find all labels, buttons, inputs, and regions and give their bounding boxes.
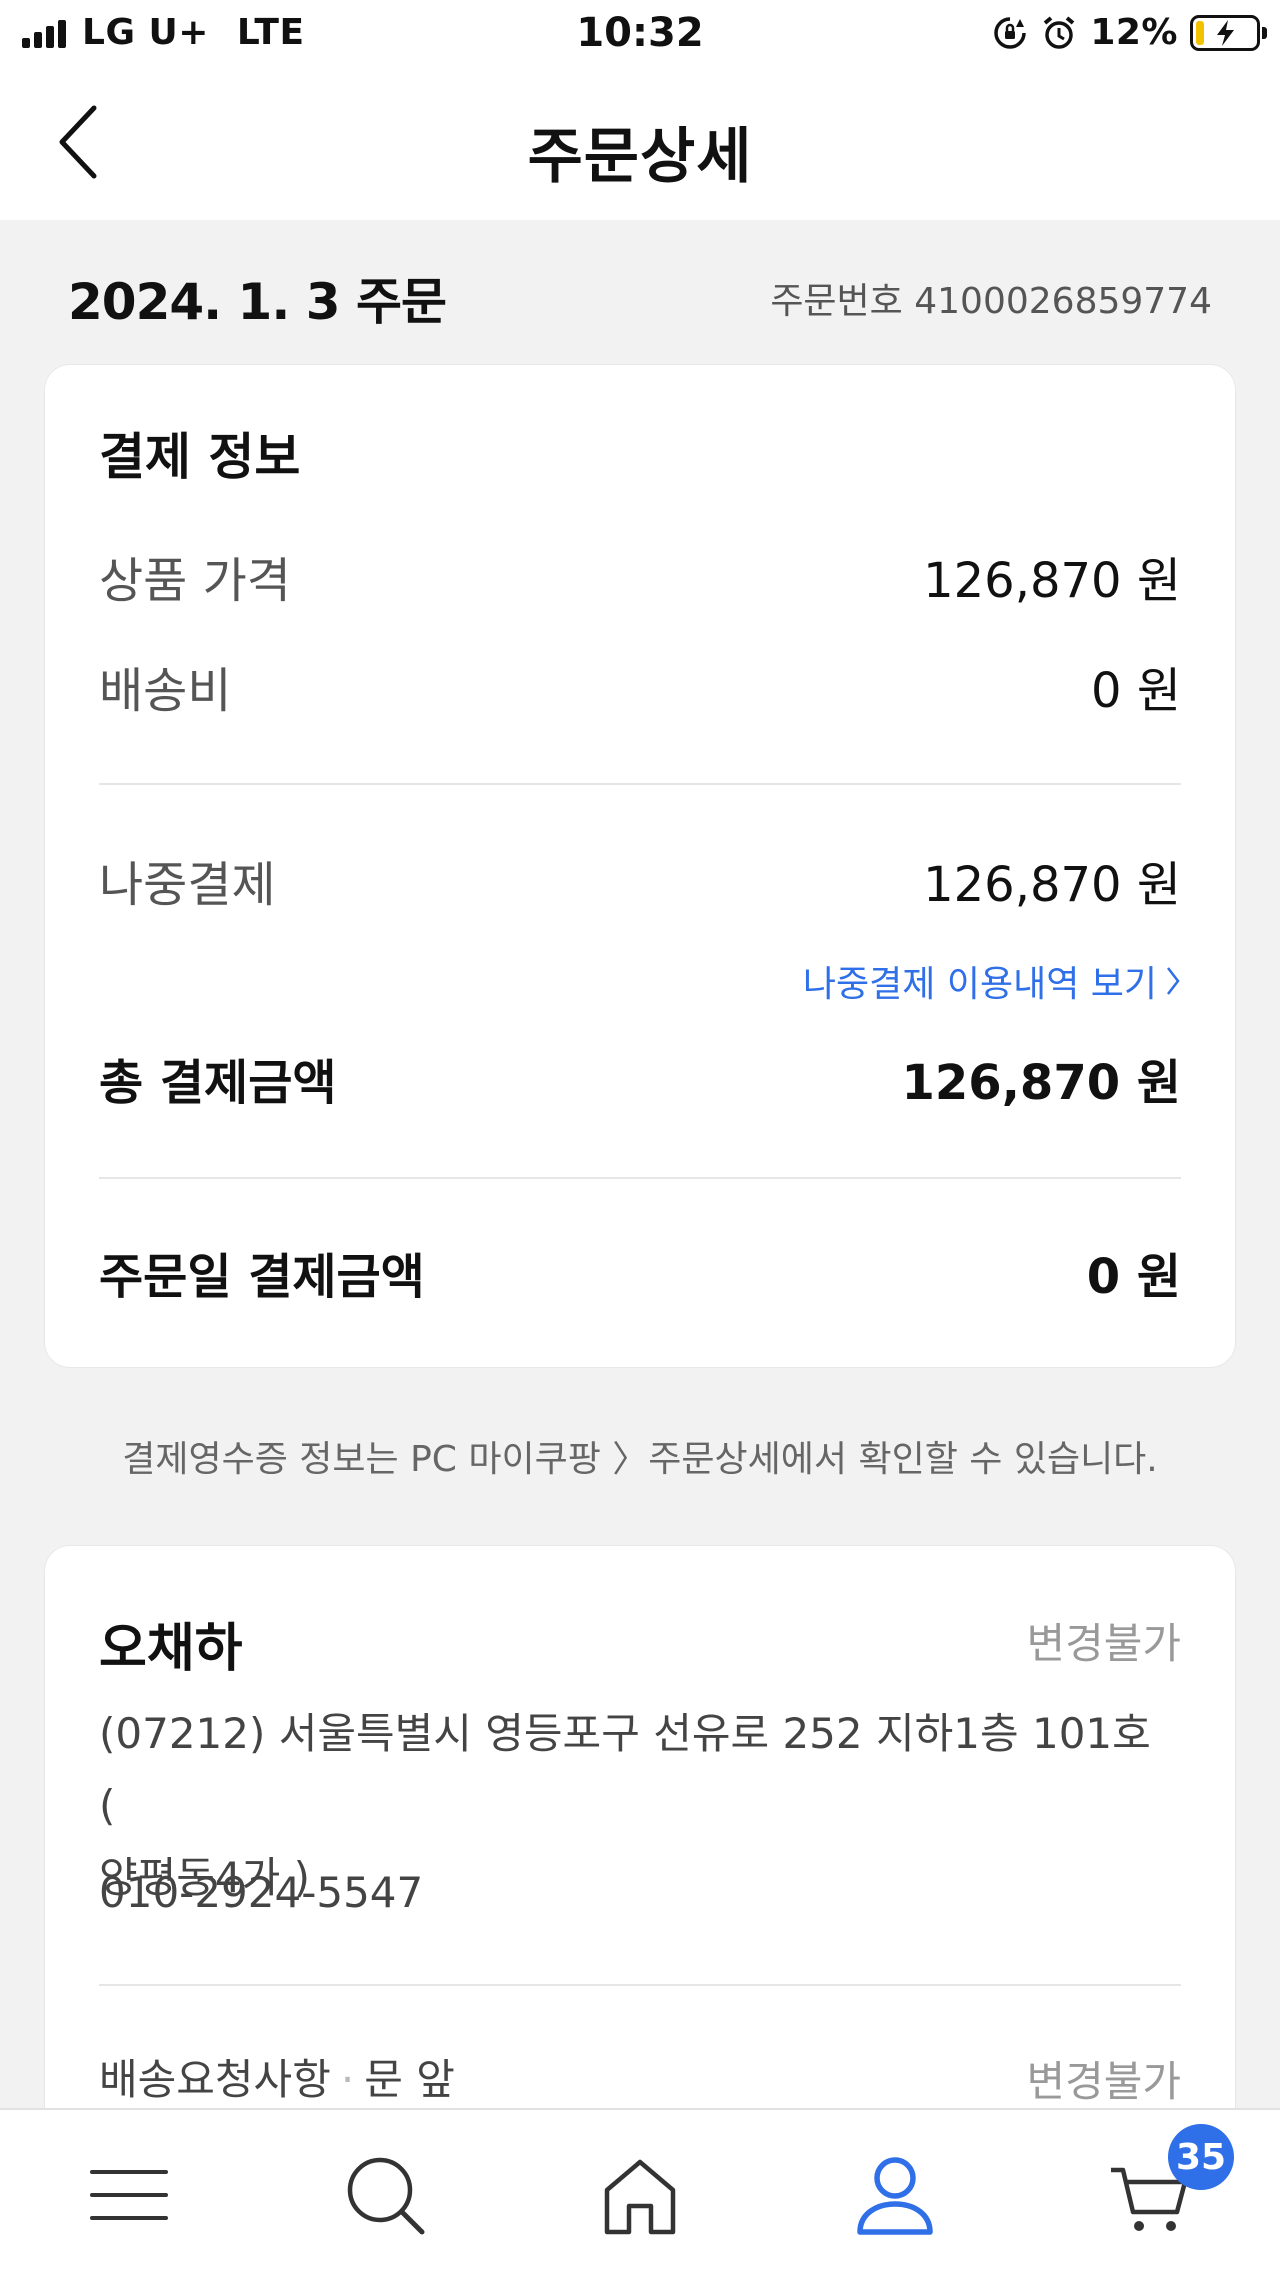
later-pay-value: 126,870 원 xyxy=(923,857,1181,913)
later-pay-row: 나중결제 126,870 원 xyxy=(99,845,1181,915)
product-price-label: 상품 가격 xyxy=(99,553,291,609)
shipping-fee-row: 배송비 0 원 xyxy=(99,651,1181,721)
shipping-fee-value: 0 원 xyxy=(1091,663,1181,719)
my-page-icon xyxy=(857,2157,933,2235)
order-day-payment-label: 주문일 결제금액 xyxy=(99,1249,425,1305)
cart-count-badge: 35 xyxy=(1168,2124,1234,2190)
later-pay-label: 나중결제 xyxy=(99,857,276,913)
nav-my-page[interactable] xyxy=(850,2150,940,2240)
home-icon xyxy=(604,2159,676,2235)
separator-dot: · xyxy=(340,2055,355,2104)
product-price-row: 상품 가격 126,870 원 xyxy=(99,541,1181,611)
delivery-request-value: 문 앞 xyxy=(364,2055,455,2104)
later-pay-history-label: 나중결제 이용내역 보기 xyxy=(802,964,1157,1005)
battery-icon xyxy=(1190,14,1267,51)
address-change-disabled: 변경불가 xyxy=(1026,1619,1181,1668)
divider xyxy=(99,1177,1181,1179)
nav-home[interactable] xyxy=(595,2150,685,2240)
later-pay-history-link[interactable]: 나중결제 이용내역 보기 xyxy=(803,955,1181,1007)
nav-search[interactable] xyxy=(340,2150,430,2240)
shipping-fee-label: 배송비 xyxy=(99,663,232,719)
order-date: 2024. 1. 3 주문 xyxy=(68,273,447,331)
bottom-nav xyxy=(0,2108,1280,2277)
order-day-payment-value: 0 원 xyxy=(1086,1249,1181,1305)
receipt-notice: 결제영수증 정보는 PC 마이쿠팡 〉주문상세에서 확인할 수 있습니다. xyxy=(122,1439,1158,1480)
delivery-request-label: 배송요청사항 xyxy=(99,2055,331,2104)
divider xyxy=(99,1984,1181,1986)
payment-info-card: 결제 정보 상품 가격 126,870 원 배송비 0 원 나중결제 126,8… xyxy=(44,364,1236,1368)
total-payment-value: 126,870 원 xyxy=(901,1055,1182,1111)
page-title: 주문상세 xyxy=(527,122,753,192)
payment-info-title: 결제 정보 xyxy=(99,428,301,486)
total-payment-row: 총 결제금액 126,870 원 xyxy=(99,1043,1181,1113)
battery-percent: 12% xyxy=(1090,12,1178,53)
order-number: 주문번호 4100026859774 xyxy=(770,281,1212,322)
request-change-disabled: 변경불가 xyxy=(1026,2057,1181,2106)
menu-icon xyxy=(90,2170,168,2220)
address-line-1: (07212) 서울특별시 영등포구 선유로 252 지하1층 101호 ( xyxy=(99,1709,1151,1830)
recipient-phone: 010-2924-5547 xyxy=(99,1868,424,1917)
delivery-request: 배송요청사항 · 문 앞 xyxy=(99,2046,455,2107)
rotation-lock-icon xyxy=(992,15,1028,51)
status-right: 12% xyxy=(992,12,1267,53)
total-payment-label: 총 결제금액 xyxy=(99,1055,337,1111)
alarm-icon xyxy=(1040,14,1078,52)
search-icon xyxy=(347,2157,425,2235)
header: 주문상세 xyxy=(0,70,1280,220)
chevron-right-icon xyxy=(1167,967,1180,995)
product-price-value: 126,870 원 xyxy=(923,553,1181,609)
status-bar: LG U+ LTE 10:32 12% xyxy=(0,0,1280,70)
order-day-payment-row: 주문일 결제금액 0 원 xyxy=(99,1237,1181,1307)
divider xyxy=(99,783,1181,785)
nav-menu[interactable] xyxy=(84,2150,174,2240)
recipient-name: 오채하 xyxy=(99,1619,243,1679)
